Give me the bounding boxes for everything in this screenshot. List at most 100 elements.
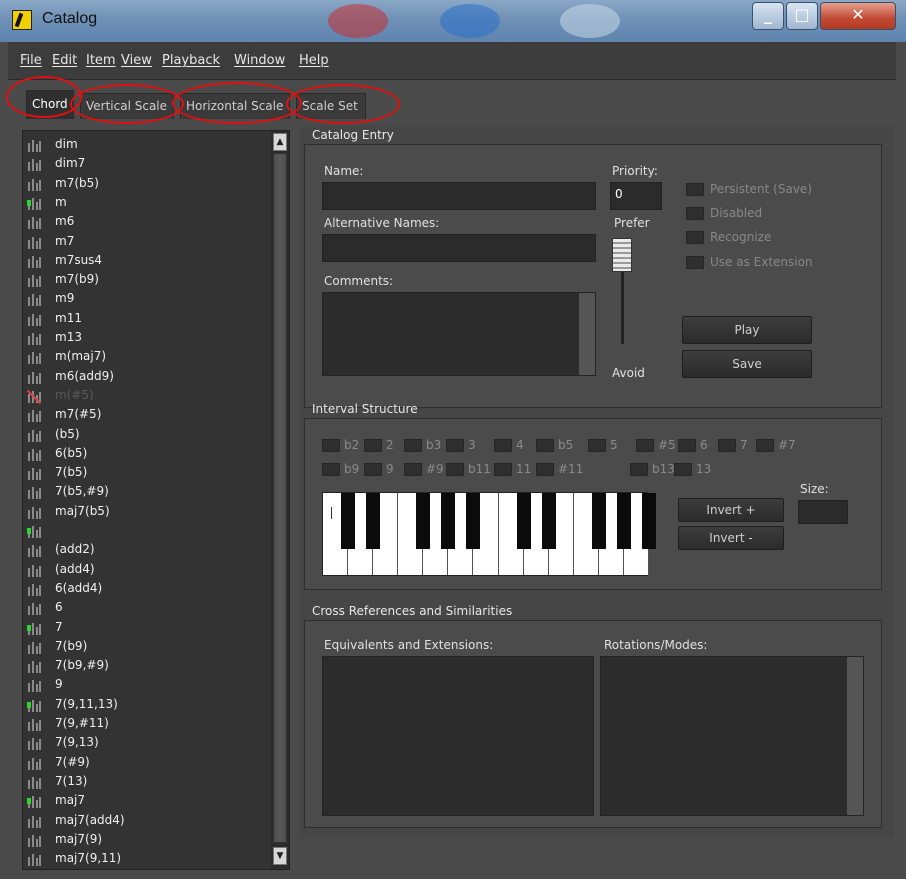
chord-list-item[interactable]: (add4) <box>23 562 271 579</box>
comments-scrollbar[interactable] <box>579 293 595 375</box>
minimize-button[interactable]: _ <box>752 2 784 30</box>
chord-list-item[interactable]: (add2) <box>23 542 271 559</box>
interval-checkbox[interactable]: #7 <box>756 438 796 452</box>
black-key[interactable] <box>366 493 381 549</box>
interval-checkbox[interactable]: b5 <box>536 438 573 452</box>
comments-field[interactable] <box>322 292 596 376</box>
black-key[interactable] <box>416 493 431 549</box>
chord-list-item[interactable]: maj7 <box>23 793 271 810</box>
chord-list-item[interactable]: maj7(9) <box>23 832 271 849</box>
play-button[interactable]: Play <box>682 316 812 344</box>
black-key[interactable] <box>441 493 456 549</box>
chord-list-item[interactable]: 7(13) <box>23 774 271 791</box>
rotations-list[interactable] <box>600 656 864 816</box>
chord-list-item[interactable] <box>23 523 271 540</box>
menu-playback[interactable]: Playback <box>162 53 220 68</box>
recognize-checkbox[interactable]: Recognize <box>686 230 771 244</box>
size-field[interactable] <box>798 500 848 524</box>
interval-checkbox[interactable]: b9 <box>322 462 359 476</box>
interval-checkbox[interactable]: 9 <box>364 462 394 476</box>
tab-scale-set[interactable]: Scale Set <box>296 93 366 119</box>
chord-list-item[interactable]: m7 <box>23 234 271 251</box>
interval-checkbox[interactable]: 7 <box>718 438 748 452</box>
chord-list-item[interactable]: 7(b9,#9) <box>23 658 271 675</box>
interval-checkbox[interactable]: 13 <box>674 462 711 476</box>
chord-list-item[interactable]: 7(b9) <box>23 639 271 656</box>
disabled-checkbox[interactable]: Disabled <box>686 206 762 220</box>
save-button[interactable]: Save <box>682 350 812 378</box>
chord-list-item[interactable]: maj7(b5) <box>23 504 271 521</box>
menu-window[interactable]: Window <box>234 53 285 68</box>
chord-list-item[interactable]: 7(9,11,13) <box>23 697 271 714</box>
chord-list-item[interactable]: 9 <box>23 677 271 694</box>
chord-list-item[interactable]: 7(#9) <box>23 755 271 772</box>
chord-list-item[interactable]: (b5) <box>23 427 271 444</box>
invert-minus-button[interactable]: Invert - <box>678 526 784 550</box>
black-key[interactable] <box>642 493 656 549</box>
piano-keyboard[interactable] <box>322 492 656 576</box>
interval-checkbox[interactable]: b13 <box>630 462 675 476</box>
priority-field[interactable]: 0 <box>610 182 662 210</box>
chord-list-item[interactable]: m13 <box>23 330 271 347</box>
interval-checkbox[interactable]: 6 <box>678 438 708 452</box>
chord-list-item[interactable]: dim <box>23 137 271 154</box>
black-key[interactable] <box>591 493 606 549</box>
chord-list-item[interactable]: maj7(add4) <box>23 813 271 830</box>
menu-item[interactable]: Item <box>86 53 116 68</box>
interval-checkbox[interactable]: #11 <box>536 462 583 476</box>
chord-list-item[interactable]: 7(b5,#9) <box>23 484 271 501</box>
interval-checkbox[interactable]: 3 <box>446 438 476 452</box>
invert-plus-button[interactable]: Invert + <box>678 498 784 522</box>
chord-list-item[interactable]: m9 <box>23 291 271 308</box>
chord-list-item[interactable]: 7 <box>23 620 271 637</box>
use-as-extension-checkbox[interactable]: Use as Extension <box>686 255 813 269</box>
interval-checkbox[interactable]: 11 <box>494 462 531 476</box>
scroll-up-icon[interactable]: ▲ <box>273 133 287 151</box>
interval-checkbox[interactable]: b3 <box>404 438 441 452</box>
chord-list-item[interactable]: 7(9,13) <box>23 735 271 752</box>
chord-list-item[interactable]: 7(b5) <box>23 465 271 482</box>
chord-list-item[interactable]: 6(b5) <box>23 446 271 463</box>
chord-list-item[interactable]: 7(9,#11) <box>23 716 271 733</box>
black-key[interactable] <box>616 493 631 549</box>
chord-list-item[interactable]: m7sus4 <box>23 253 271 270</box>
interval-checkbox[interactable]: b11 <box>446 462 491 476</box>
menu-file[interactable]: File <box>20 53 42 68</box>
chord-list-item[interactable]: m <box>23 195 271 212</box>
interval-checkbox[interactable]: 2 <box>364 438 394 452</box>
interval-checkbox[interactable]: #9 <box>404 462 444 476</box>
rotations-scrollbar[interactable] <box>847 657 863 815</box>
tab-vertical-scale[interactable]: Vertical Scale <box>80 93 174 119</box>
chord-list-item[interactable]: m6(add9) <box>23 369 271 386</box>
persistent-checkbox[interactable]: Persistent (Save) <box>686 182 812 196</box>
tab-horizontal-scale[interactable]: Horizontal Scale <box>180 93 290 119</box>
priority-slider-thumb[interactable] <box>612 238 632 272</box>
alt-names-field[interactable] <box>322 234 596 262</box>
menu-view[interactable]: View <box>121 53 152 68</box>
chord-list-item[interactable]: 6(add4) <box>23 581 271 598</box>
chord-list-item[interactable]: m6 <box>23 214 271 231</box>
interval-checkbox[interactable]: 5 <box>588 438 618 452</box>
black-key[interactable] <box>516 493 531 549</box>
chord-list-item[interactable]: m7(#5) <box>23 407 271 424</box>
menu-help[interactable]: Help <box>299 53 329 68</box>
interval-checkbox[interactable]: b2 <box>322 438 359 452</box>
list-scrollbar[interactable]: ▲ ▼ <box>271 131 289 869</box>
menu-edit[interactable]: Edit <box>52 53 77 68</box>
chord-list-item[interactable]: m(maj7) <box>23 349 271 366</box>
tab-chord[interactable]: Chord <box>26 90 74 119</box>
interval-checkbox[interactable]: #5 <box>636 438 676 452</box>
name-field[interactable] <box>322 182 596 210</box>
scroll-down-icon[interactable]: ▼ <box>273 847 287 865</box>
maximize-button[interactable]: □ <box>786 2 818 30</box>
black-key[interactable] <box>466 493 481 549</box>
close-button[interactable]: ✕ <box>820 2 896 30</box>
chord-list-item[interactable]: m11 <box>23 311 271 328</box>
chord-list-item[interactable]: m7(b9) <box>23 272 271 289</box>
chord-list-item[interactable]: m(#5) <box>23 388 271 405</box>
interval-checkbox[interactable]: 4 <box>494 438 524 452</box>
black-key[interactable] <box>541 493 556 549</box>
chord-list-item[interactable]: 6 <box>23 600 271 617</box>
chord-list-item[interactable]: m7(b5) <box>23 176 271 193</box>
scroll-thumb[interactable] <box>273 153 287 843</box>
